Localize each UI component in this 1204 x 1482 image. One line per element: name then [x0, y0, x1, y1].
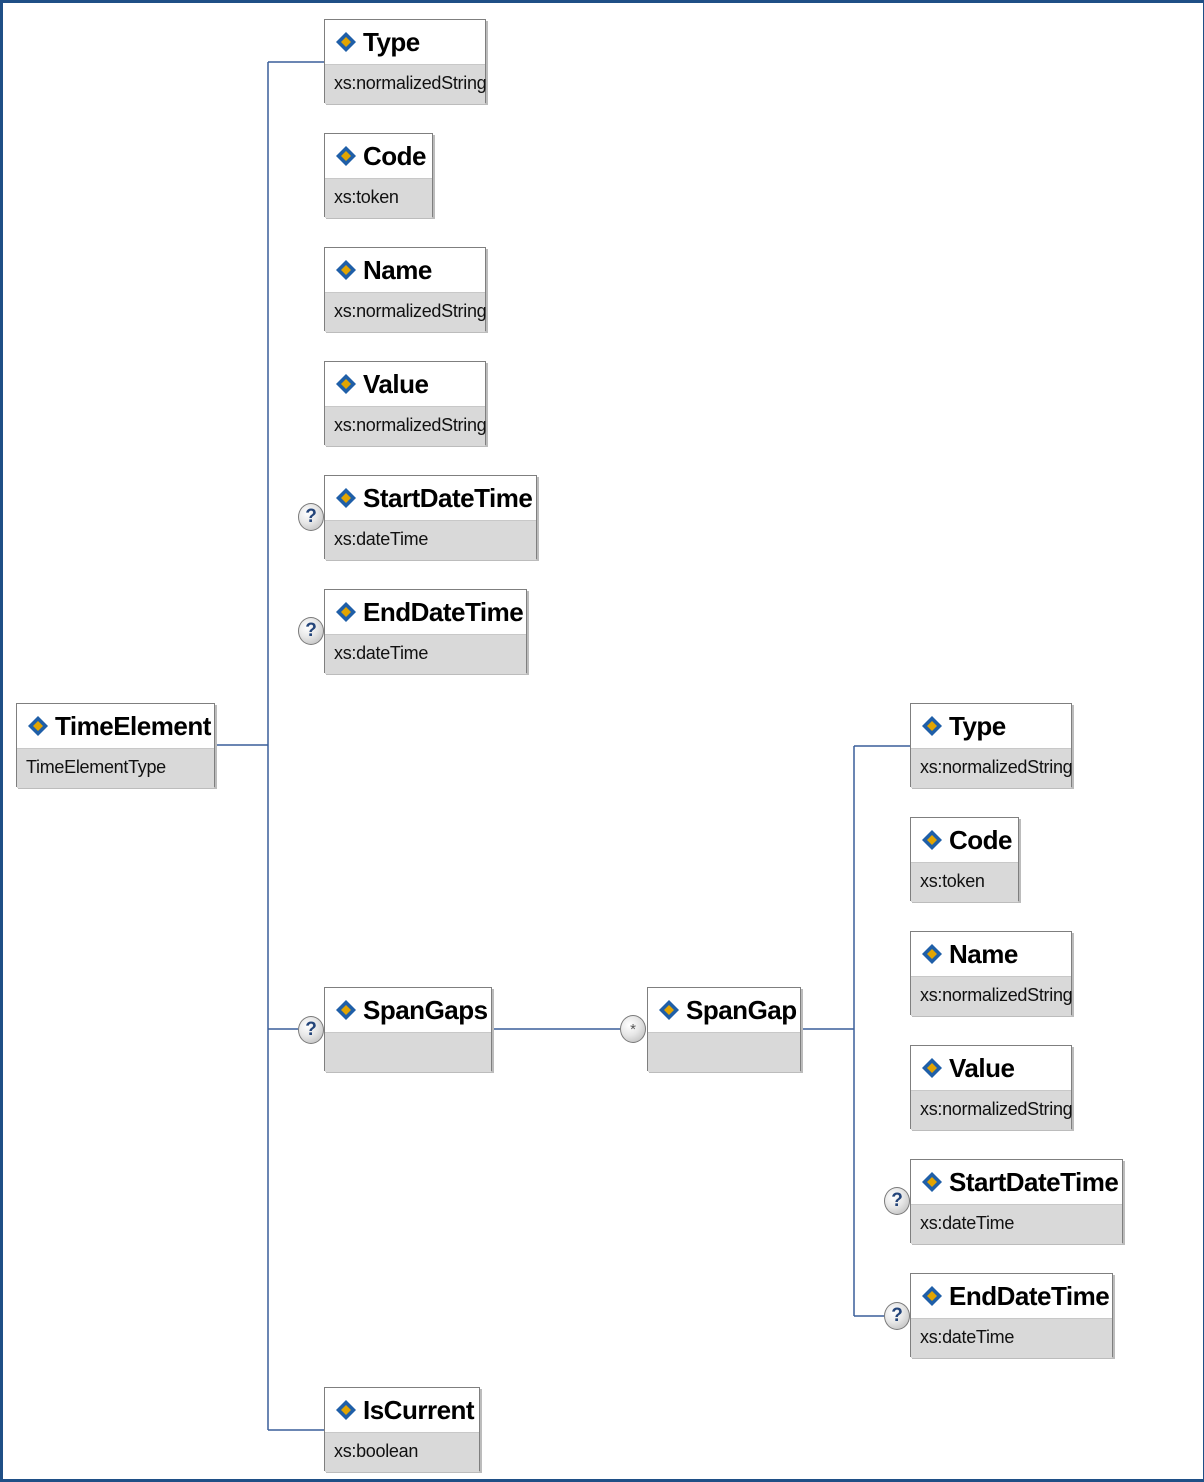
node-type-label: xs:normalizedString [911, 1090, 1073, 1130]
node-spangaps[interactable]: SpanGaps [324, 987, 492, 1072]
node-spangap[interactable]: SpanGap [647, 987, 801, 1072]
node-name: EndDateTime [363, 596, 524, 627]
node-name: Value [949, 1052, 1015, 1083]
node-name: Type [363, 26, 420, 57]
node-name: SpanGap [686, 994, 797, 1025]
optional-badge: ? [298, 617, 324, 645]
element-icon [658, 999, 680, 1021]
optional-badge: ? [884, 1187, 910, 1215]
node-name: SpanGaps [363, 994, 488, 1025]
node-sg-code[interactable]: Code xs:token [910, 817, 1019, 902]
node-sg-startdatetime[interactable]: StartDateTime xs:dateTime [910, 1159, 1123, 1244]
node-value[interactable]: Value xs:normalizedString [324, 361, 487, 446]
node-type-label: xs:dateTime [911, 1318, 1112, 1358]
element-icon [335, 999, 357, 1021]
node-iscurrent[interactable]: IsCurrent xs:boolean [324, 1387, 480, 1472]
node-type-label: xs:token [325, 178, 432, 218]
node-enddatetime[interactable]: EndDateTime xs:dateTime [324, 589, 527, 674]
node-type-label [325, 1032, 491, 1072]
node-name: StartDateTime [949, 1166, 1119, 1197]
optional-badge: ? [298, 1016, 324, 1044]
node-sg-type[interactable]: Type xs:normalizedString [910, 703, 1073, 788]
optional-badge: ? [884, 1302, 910, 1330]
node-type-label: xs:normalizedString [911, 748, 1073, 788]
element-icon [335, 601, 357, 623]
node-name: StartDateTime [363, 482, 533, 513]
node-name: Code [949, 824, 1013, 855]
element-icon [27, 715, 49, 737]
node-name: Code [363, 140, 427, 171]
node-name: Value [363, 368, 429, 399]
node-code[interactable]: Code xs:token [324, 133, 433, 218]
node-name: Name [949, 938, 1018, 969]
node-sg-value[interactable]: Value xs:normalizedString [910, 1045, 1073, 1130]
element-icon [921, 943, 943, 965]
node-type-label: xs:dateTime [325, 520, 536, 560]
node-sg-enddatetime[interactable]: EndDateTime xs:dateTime [910, 1273, 1113, 1358]
element-icon [335, 259, 357, 281]
element-icon [335, 373, 357, 395]
node-type-label: xs:normalizedString [325, 406, 487, 446]
node-type[interactable]: Type xs:normalizedString [324, 19, 487, 104]
node-type-label: xs:normalizedString [911, 976, 1073, 1016]
node-sg-name[interactable]: Name xs:normalizedString [910, 931, 1073, 1016]
node-timeelement[interactable]: TimeElement TimeElementType [16, 703, 215, 788]
element-icon [921, 1171, 943, 1193]
node-startdatetime[interactable]: StartDateTime xs:dateTime [324, 475, 537, 560]
optional-badge: ? [298, 503, 324, 531]
element-icon [921, 829, 943, 851]
element-icon [335, 487, 357, 509]
element-icon [921, 715, 943, 737]
multiplicity-badge: * [620, 1015, 646, 1043]
element-icon [335, 1399, 357, 1421]
node-name: Type [949, 710, 1006, 741]
node-name: TimeElement [55, 710, 211, 741]
node-name: IsCurrent [363, 1394, 475, 1425]
node-name[interactable]: Name xs:normalizedString [324, 247, 487, 332]
node-type-label: xs:dateTime [911, 1204, 1122, 1244]
node-type: TimeElementType [17, 748, 214, 788]
element-icon [921, 1285, 943, 1307]
element-icon [921, 1057, 943, 1079]
node-type-label: xs:token [911, 862, 1018, 902]
element-icon [335, 31, 357, 53]
node-type-label: xs:dateTime [325, 634, 526, 674]
node-type-label: xs:normalizedString [325, 292, 487, 332]
node-name: Name [363, 254, 432, 285]
node-type-label: xs:normalizedString [325, 64, 487, 104]
node-type-label: xs:boolean [325, 1432, 479, 1472]
element-icon [335, 145, 357, 167]
node-type-label [648, 1032, 800, 1072]
node-name: EndDateTime [949, 1280, 1110, 1311]
